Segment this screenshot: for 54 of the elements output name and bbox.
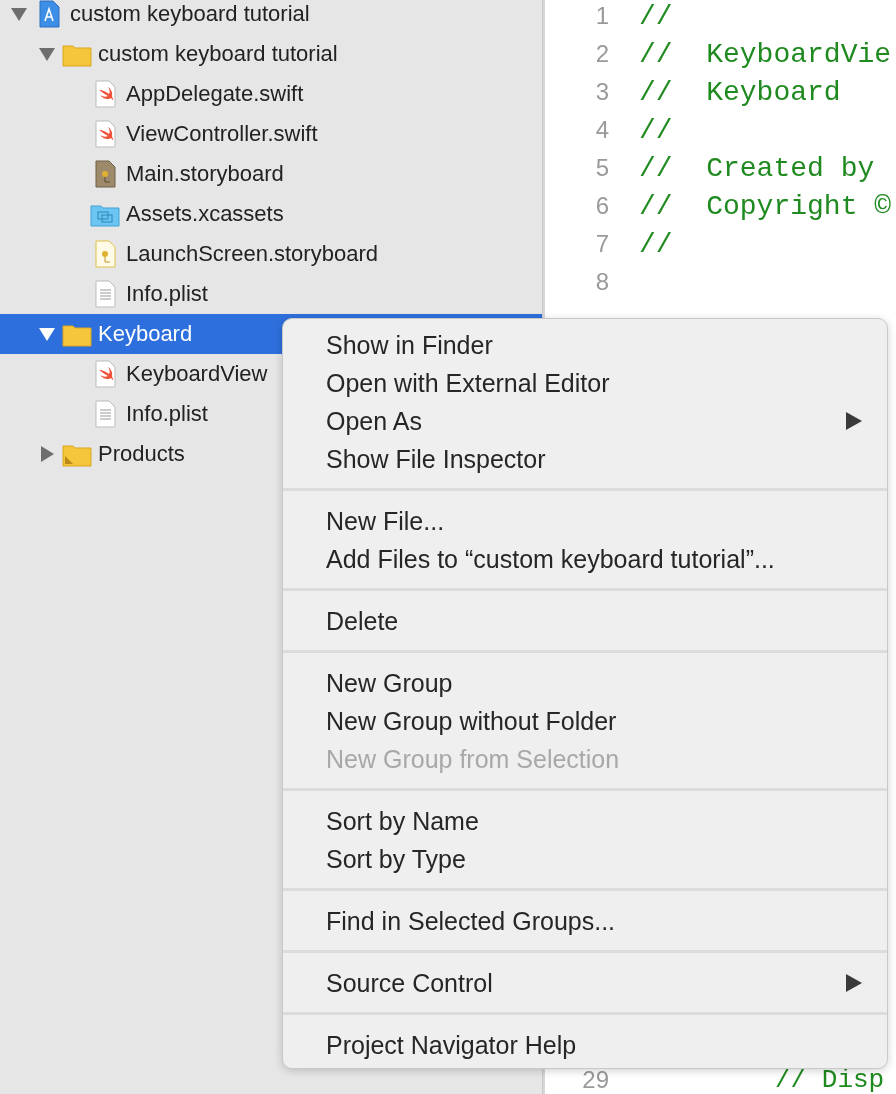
line-number: 2 — [594, 40, 609, 68]
file-name: Assets.xcassets — [126, 201, 284, 227]
code-comment: // Disp — [775, 1065, 885, 1094]
navigator-row[interactable]: custom keyboard tutorial — [0, 34, 542, 74]
code-comment: // — [639, 228, 673, 260]
file-name: Products — [98, 441, 185, 467]
menu-item[interactable]: New Group — [283, 664, 887, 702]
menu-item[interactable]: Sort by Type — [283, 840, 887, 878]
file-name: LaunchScreen.storyboard — [126, 241, 378, 267]
code-comment: // KeyboardVie — [639, 38, 892, 70]
line-number: 1 — [594, 2, 609, 30]
file-name: Info.plist — [126, 281, 208, 307]
line-number: 3 — [594, 78, 609, 106]
line-number: 7 — [594, 230, 609, 258]
disclosure-triangle-icon[interactable] — [38, 326, 56, 342]
line-number: 8 — [594, 268, 609, 296]
disclosure-triangle-icon[interactable] — [38, 46, 56, 62]
navigator-row[interactable]: Assets.xcassets — [0, 194, 542, 234]
file-name: ViewController.swift — [126, 121, 318, 147]
line-number: 5 — [594, 154, 609, 182]
file-name: custom keyboard tutorial — [70, 1, 310, 27]
line-number: 29 — [581, 1067, 609, 1093]
navigator-row[interactable]: Main.storyboard — [0, 154, 542, 194]
file-name: Keyboard — [98, 321, 193, 347]
menu-item[interactable]: Source Control — [283, 964, 887, 1002]
menu-item[interactable]: New File... — [283, 502, 887, 540]
file-name: Info.plist — [126, 401, 208, 427]
file-name: AppDelegate.swift — [126, 81, 304, 107]
code-comment: // — [639, 0, 673, 32]
line-number: 6 — [594, 192, 609, 220]
menu-item[interactable]: Show File Inspector — [283, 440, 887, 478]
navigator-row[interactable]: ViewController.swift — [0, 114, 542, 154]
navigator-row[interactable]: custom keyboard tutorial — [0, 0, 542, 34]
menu-item[interactable]: Open As — [283, 402, 887, 440]
menu-item[interactable]: Sort by Name — [283, 802, 887, 840]
menu-item[interactable]: Add Files to “custom keyboard tutorial”... — [283, 540, 887, 578]
code-comment: // Copyright © — [639, 190, 892, 222]
menu-item[interactable]: New Group without Folder — [283, 702, 887, 740]
line-number: 4 — [594, 116, 609, 144]
file-name: custom keyboard tutorial — [98, 41, 338, 67]
menu-item[interactable]: Open with External Editor — [283, 364, 887, 402]
navigator-row[interactable]: LaunchScreen.storyboard — [0, 234, 542, 274]
code-comment: // Keyboard — [639, 76, 841, 108]
file-name: KeyboardView — [126, 361, 268, 387]
code-comment: // — [639, 114, 673, 146]
file-name: Main.storyboard — [126, 161, 284, 187]
navigator-row[interactable]: AppDelegate.swift — [0, 74, 542, 114]
disclosure-triangle-icon[interactable] — [10, 6, 28, 22]
disclosure-triangle-icon[interactable] — [38, 446, 56, 462]
menu-item[interactable]: Delete — [283, 602, 887, 640]
navigator-row[interactable]: Info.plist — [0, 274, 542, 314]
code-comment: // Created by — [639, 152, 875, 184]
menu-item[interactable]: Project Navigator Help — [283, 1026, 887, 1064]
menu-item[interactable]: Find in Selected Groups... — [283, 902, 887, 940]
